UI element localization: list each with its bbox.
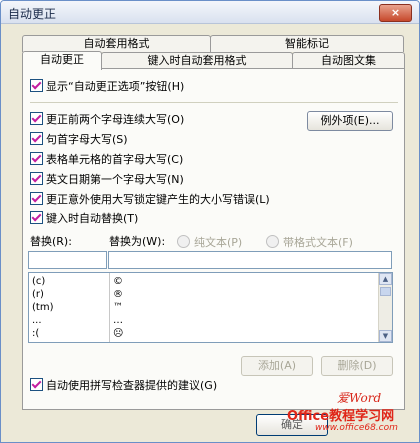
capitalize-table-cells-checkbox[interactable] — [30, 152, 43, 165]
separator — [30, 102, 398, 103]
spell-checker-checkbox[interactable] — [30, 378, 43, 391]
show-options-buttons-option[interactable]: 显示“自动更正选项”按钮(H) — [30, 79, 184, 95]
autocorrect-panel: 显示“自动更正选项”按钮(H) 更正前两个字母连续大写(O) 例外项(E)...… — [22, 68, 405, 410]
capitalize-sentences-checkbox[interactable] — [30, 132, 43, 145]
capitalize-table-cells-label: 表格单元格的首字母大写(C) — [46, 153, 184, 166]
replace-while-typing-checkbox[interactable] — [30, 211, 43, 224]
plain-text-label: 纯文本(P) — [194, 236, 243, 249]
list-item-with: ® — [113, 289, 123, 300]
formatted-text-label: 带格式文本(F) — [283, 236, 353, 249]
scroll-down-icon[interactable]: ▼ — [379, 330, 392, 342]
watermark-site-name: Office教程学习网 — [287, 409, 395, 424]
two-initial-capitals-option[interactable]: 更正前两个字母连续大写(O) — [30, 112, 184, 128]
replace-input[interactable] — [28, 251, 107, 269]
list-item[interactable]: (r) ® — [29, 288, 379, 301]
autocorrect-dialog: 自动更正 × 自动套用格式 智能标记 自动更正 键入时自动套用格式 自动图文集 … — [0, 0, 420, 443]
show-options-checkbox[interactable] — [30, 79, 43, 92]
tab-autoformat-as-you-type[interactable]: 键入时自动套用格式 — [101, 52, 293, 69]
tab-autotext[interactable]: 自动图文集 — [292, 52, 405, 69]
list-item-replace: (tm) — [32, 302, 54, 313]
list-item-replace: ... — [32, 315, 42, 326]
capitalize-table-cells-option[interactable]: 表格单元格的首字母大写(C) — [30, 152, 183, 168]
caps-lock-checkbox[interactable] — [30, 192, 43, 205]
list-item[interactable]: ... … — [29, 314, 379, 327]
tab-smart-tags[interactable]: 智能标记 — [210, 35, 404, 52]
plain-text-option: 纯文本(P) — [177, 235, 242, 249]
watermark-logo-text: 爱Word — [337, 391, 382, 405]
caps-lock-option[interactable]: 更正意外使用大写锁定键产生的大小写错误(L) — [30, 192, 270, 208]
close-button[interactable]: × — [379, 4, 412, 22]
replace-label: 替换(R): — [30, 235, 72, 248]
list-item-replace: (c) — [32, 276, 46, 287]
dialog-title: 自动更正 — [8, 7, 57, 21]
formatted-text-option: 带格式文本(F) — [266, 235, 353, 249]
list-item-with: ☹ — [113, 328, 124, 339]
scroll-up-icon[interactable]: ▲ — [379, 273, 392, 285]
add-button: 添加(A) — [241, 356, 313, 376]
spell-checker-option[interactable]: 自动使用拼写检查器提供的建议(G) — [30, 378, 217, 394]
plain-text-radio — [177, 235, 190, 248]
replacement-list[interactable]: (c) © (r) ® (tm) ™... … :( ☹ ▲ ▼ — [28, 272, 393, 343]
list-item[interactable]: :( ☹ — [29, 327, 379, 340]
watermark-url: www.office68.com — [315, 423, 398, 433]
list-item-with: ™ — [113, 302, 123, 313]
delete-button: 删除(D) — [321, 356, 393, 376]
two-initial-capitals-label: 更正前两个字母连续大写(O) — [46, 113, 185, 126]
list-item-replace: (r) — [32, 289, 44, 300]
list-item[interactable]: (tm) ™ — [29, 301, 379, 314]
tab-autoformat[interactable]: 自动套用格式 — [22, 35, 211, 52]
replace-with-label: 替换为(W): — [109, 235, 166, 248]
capitalize-day-names-option[interactable]: 英文日期第一个字母大写(N) — [30, 172, 184, 188]
formatted-text-radio — [266, 235, 279, 248]
list-scrollbar[interactable]: ▲ ▼ — [378, 273, 392, 342]
tab-autocorrect[interactable]: 自动更正 — [22, 51, 102, 70]
list-item-with: … — [113, 315, 123, 326]
capitalize-day-names-label: 英文日期第一个字母大写(N) — [46, 173, 184, 186]
title-bar: 自动更正 × — [1, 1, 419, 24]
scroll-thumb[interactable] — [380, 287, 391, 296]
list-item[interactable]: (c) © — [29, 275, 379, 288]
capitalize-day-names-checkbox[interactable] — [30, 172, 43, 185]
replace-with-input[interactable] — [108, 251, 392, 269]
caps-lock-label: 更正意外使用大写锁定键产生的大小写错误(L) — [46, 193, 270, 206]
show-options-label: 显示“自动更正选项”按钮(H) — [46, 80, 185, 93]
capitalize-sentences-label: 句首字母大写(S) — [46, 133, 128, 146]
replace-while-typing-option[interactable]: 键入时自动替换(T) — [30, 211, 138, 227]
two-initial-capitals-checkbox[interactable] — [30, 112, 43, 125]
replace-while-typing-label: 键入时自动替换(T) — [46, 212, 139, 225]
exceptions-button[interactable]: 例外项(E)... — [307, 111, 393, 131]
list-item-replace: :( — [32, 328, 40, 339]
capitalize-sentences-option[interactable]: 句首字母大写(S) — [30, 132, 128, 148]
spell-checker-label: 自动使用拼写检查器提供的建议(G) — [46, 379, 218, 392]
list-item-with: © — [113, 276, 123, 287]
